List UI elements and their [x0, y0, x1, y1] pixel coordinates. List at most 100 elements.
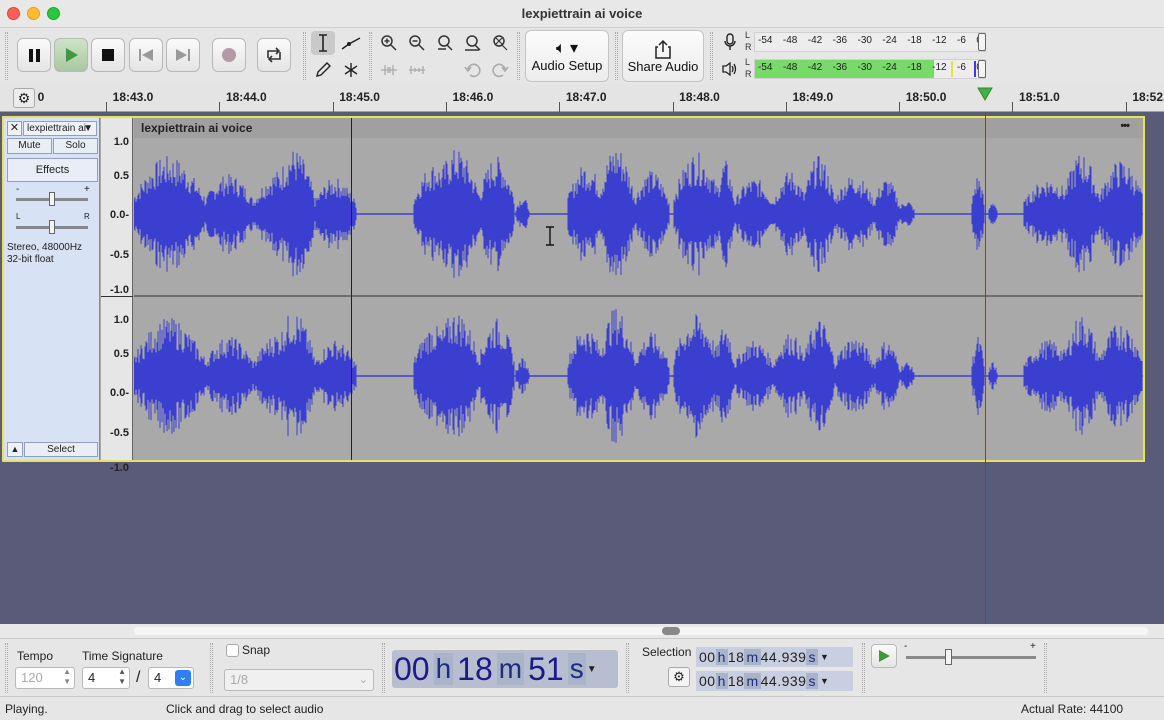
selection-start-field[interactable]: 00 h 18 m 44.939 s ▼ [696, 647, 853, 667]
time-sig-denominator-select[interactable]: 4 ⌄ [148, 667, 194, 689]
scrollbar-thumb[interactable] [662, 627, 680, 635]
selection-tool[interactable] [311, 31, 335, 55]
selection-label: Selection [642, 645, 692, 659]
meter-tick-label: -12 [932, 62, 947, 73]
loop-button[interactable] [257, 38, 291, 72]
toolbar-grip[interactable] [369, 32, 372, 80]
stop-icon [102, 49, 114, 61]
redo-button[interactable] [488, 58, 512, 82]
time-display[interactable]: 00 h 18 m 51 s ▼ [392, 650, 618, 688]
clip-menu-button[interactable]: ••• [1120, 120, 1130, 132]
ruler-major-tick [332, 102, 334, 112]
solo-button[interactable]: Solo [53, 138, 98, 154]
play-button[interactable] [54, 38, 88, 72]
skip-to-start-button[interactable] [129, 38, 163, 72]
playback-meter[interactable]: L R -54-48-42-36-30-24-18-12-60 [744, 57, 994, 81]
record-button[interactable] [212, 38, 246, 72]
toolbar-grip[interactable] [615, 32, 618, 80]
effects-button[interactable]: Effects [7, 158, 98, 182]
meter-tick-label: -18 [907, 62, 922, 73]
playback-meter-ticks: -54-48-42-36-30-24-18-12-60 [758, 62, 982, 73]
trim-audio-button[interactable] [377, 58, 401, 82]
time-format-menu-icon[interactable]: ▼ [587, 664, 597, 675]
selection-toolbar: Tempo 120 ▲ ▼ Time Signature 4 ▲ ▼ / 4 ⌄ S… [0, 638, 1164, 696]
record-meter-button[interactable] [718, 30, 742, 54]
zoom-out-button[interactable] [405, 31, 429, 55]
toolbar-grip[interactable] [862, 643, 865, 693]
amplitude-label: 1.0 [113, 136, 129, 148]
skip-to-end-button[interactable] [166, 38, 200, 72]
playback-speed-slider[interactable] [906, 656, 1036, 659]
meter-tick-label: -6 [957, 62, 966, 73]
gear-icon: ⚙ [17, 90, 31, 106]
horizontal-scrollbar[interactable] [0, 624, 1164, 638]
envelope-tool[interactable] [339, 31, 363, 55]
close-track-button[interactable]: ✕ [7, 121, 22, 136]
zoom-toggle-button[interactable] [488, 31, 512, 55]
toolbar-grip[interactable] [5, 32, 8, 80]
undo-button[interactable] [461, 58, 485, 82]
meter-tick-label: -24 [882, 35, 897, 46]
toolbar-grip[interactable] [1044, 643, 1047, 693]
dropdown-arrow-icon[interactable]: ▼ [820, 676, 829, 686]
multi-tool[interactable] [339, 58, 363, 82]
zoom-in-icon [381, 35, 397, 51]
timeline-settings-button[interactable]: ⚙ [13, 88, 35, 108]
playhead-marker-icon[interactable] [977, 87, 993, 101]
audio-setup-button[interactable]: 🔈︎ ▾ Audio Setup [525, 30, 609, 82]
toolbar-grip[interactable] [5, 643, 8, 693]
toolbar-grip[interactable] [382, 643, 385, 693]
tempo-input[interactable]: 120 ▲ ▼ [15, 667, 75, 689]
mute-button[interactable]: Mute [7, 138, 52, 154]
fit-selection-button[interactable] [433, 31, 457, 55]
dropdown-arrow-icon[interactable]: ▼ [820, 652, 829, 662]
selection-settings-button[interactable]: ⚙ [668, 667, 690, 687]
fit-project-button[interactable] [461, 31, 485, 55]
playback-speed-thumb[interactable] [945, 649, 952, 665]
ruler-major-tick [785, 102, 787, 112]
right-channel-waveform [134, 309, 1143, 443]
waveform-display[interactable] [134, 118, 1143, 460]
ruler-major-tick [672, 102, 674, 112]
playback-meter-button[interactable] [718, 57, 742, 81]
toolbar-grip[interactable] [303, 32, 306, 80]
draw-tool[interactable] [311, 58, 335, 82]
selection-end-field[interactable]: 00 h 18 m 44.939 s ▼ [696, 671, 853, 691]
audio-track[interactable]: ✕ lexpiettrain ai ▼ Mute Solo Effects - … [2, 116, 1145, 474]
track-area[interactable]: ✕ lexpiettrain ai ▼ Mute Solo Effects - … [0, 112, 1164, 624]
record-meter-handle[interactable] [978, 33, 986, 51]
timeline-ruler[interactable]: ⚙ 0 18:43.0 18:44.0 18:45.0 18:46.0 18:47.0 1… [0, 84, 1164, 112]
ruler-time-label: 18:48.0 [679, 90, 720, 104]
amplitude-label: 0.0- [110, 209, 129, 221]
stop-button[interactable] [91, 38, 125, 72]
time-sig-numerator-input[interactable]: 4 ▲ ▼ [82, 667, 130, 689]
pan-slider-thumb[interactable] [49, 220, 55, 234]
collapse-track-button[interactable]: ▲ [7, 442, 23, 457]
share-audio-button[interactable]: Share Audio [622, 30, 704, 82]
toolbar-grip[interactable] [517, 32, 520, 80]
meter-tick-label: -6 [957, 35, 966, 46]
toolbar-grip[interactable] [210, 643, 213, 693]
time-minutes: 18 [457, 650, 493, 687]
toolbar-grip[interactable] [710, 32, 713, 80]
record-meter[interactable]: L R -54-48-42-36-30-24-18-12-60 [744, 30, 994, 54]
sel-end-seconds: 44.939 [760, 673, 807, 689]
play-at-speed-button[interactable] [871, 644, 897, 668]
pencil-icon [316, 62, 331, 77]
scrollbar-track[interactable] [134, 627, 1148, 635]
zoom-in-button[interactable] [377, 31, 401, 55]
toolbar-grip[interactable] [626, 643, 629, 693]
ruler-major-tick [445, 102, 447, 112]
meter-tick-label: -48 [782, 62, 798, 73]
amplitude-ruler[interactable]: 1.0 0.5 0.0- -0.5 -1.0 1.0 0.5 0.0- -0.5 -1.0 [101, 118, 133, 474]
snap-select[interactable]: 1/8 ⌄ [224, 669, 374, 691]
playback-meter-handle[interactable] [978, 60, 986, 78]
snap-checkbox[interactable] [226, 644, 239, 657]
meter-tick-label: -54 [758, 35, 773, 46]
clip-title-bar[interactable]: lexpiettrain ai voice ••• [134, 118, 1143, 138]
pause-button[interactable] [17, 38, 51, 72]
gain-slider-thumb[interactable] [49, 192, 55, 206]
silence-audio-button[interactable] [405, 58, 429, 82]
track-menu-button[interactable]: lexpiettrain ai ▼ [23, 121, 97, 136]
select-track-button[interactable]: Select [24, 442, 98, 457]
